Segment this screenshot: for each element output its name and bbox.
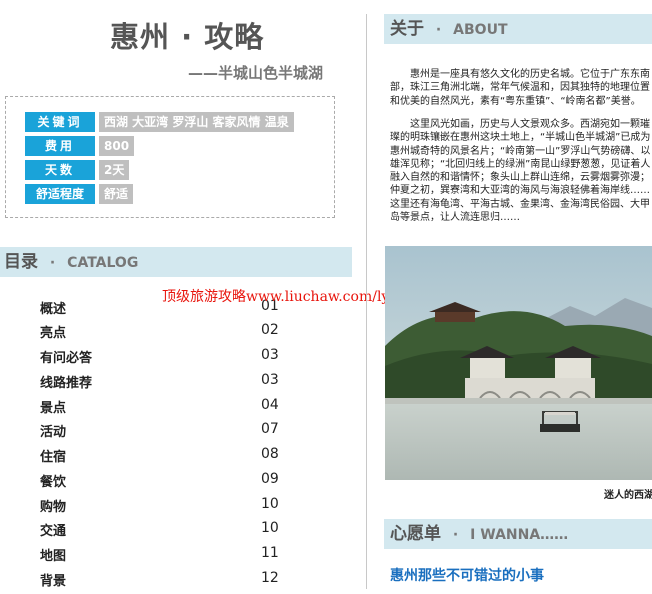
catalog-item[interactable]: 景点 04 (40, 397, 285, 421)
wish-title-sep: · (452, 527, 459, 543)
west-lake-photo-art (385, 246, 652, 480)
info-label-comfort: 舒适程度 (25, 184, 95, 204)
catalog-item-name: 住宿 (40, 450, 67, 465)
catalog-header: 目录 · CATALOG (0, 247, 352, 277)
catalog-item[interactable]: 住宿 08 (40, 446, 285, 470)
catalog-item[interactable]: 线路推荐 03 (40, 372, 285, 396)
info-value-days: 2天 (99, 160, 130, 180)
wish-title-cn: 心愿单 (390, 524, 441, 544)
wish-header: 心愿单 · I WANNA…… (384, 519, 652, 549)
catalog-item-page: 10 (261, 496, 279, 512)
info-value-cost: 800 (99, 136, 135, 156)
about-title-sep: · (435, 22, 442, 38)
about-paragraph-1: 惠州是一座具有悠久文化的历史名城。它位于广东东南部，珠江三角洲北端，常年气候温和… (390, 69, 650, 107)
info-value-keywords: 西湖 大亚湾 罗浮山 客家风情 温泉 (99, 112, 294, 132)
catalog-item-name: 景点 (40, 401, 67, 416)
wish-subtitle: 惠州那些不可错过的小事 (390, 568, 544, 584)
catalog-item[interactable]: 活动 07 (40, 421, 285, 445)
catalog-item[interactable]: 交通 10 (40, 520, 285, 544)
west-lake-photo (385, 246, 652, 480)
catalog-title-en: CATALOG (67, 255, 139, 271)
catalog-item[interactable]: 购物 10 (40, 496, 285, 520)
catalog-item-name: 有问必答 (40, 351, 93, 366)
column-divider (366, 14, 367, 589)
photo-caption: 迷人的西湖 (604, 490, 652, 501)
catalog-item-page: 02 (261, 322, 279, 338)
catalog-item-page: 04 (261, 397, 279, 413)
about-title-cn: 关于 (390, 19, 424, 39)
catalog-item-page: 07 (261, 421, 279, 437)
info-label-cost: 费用 (25, 136, 95, 156)
wish-title-en: I WANNA…… (470, 527, 569, 543)
catalog-item[interactable]: 背景 12 (40, 570, 285, 594)
catalog-item-page: 03 (261, 347, 279, 363)
catalog-item-name: 背景 (40, 574, 67, 589)
catalog-item-name: 概述 (40, 302, 67, 317)
catalog-item-name: 交通 (40, 524, 67, 539)
catalog-item[interactable]: 餐饮 09 (40, 471, 285, 495)
catalog-item-page: 11 (261, 545, 279, 561)
page-title: 惠州 · 攻略 (110, 20, 265, 54)
catalog-item[interactable]: 地图 11 (40, 545, 285, 569)
catalog-item[interactable]: 亮点 02 (40, 322, 285, 346)
catalog-item[interactable]: 有问必答 03 (40, 347, 285, 371)
about-header: 关于 · ABOUT (384, 14, 652, 44)
info-label-keywords: 关键词 (25, 112, 95, 132)
catalog-title-cn: 目录 (4, 252, 38, 272)
catalog-item-name: 线路推荐 (40, 376, 93, 391)
about-paragraph-2: 这里风光如画，历史与人文景观众多。西湖宛如一颗璀璨的明珠镶嵌在惠州这块土地上，“… (390, 119, 651, 224)
catalog-item-page: 08 (261, 446, 279, 462)
catalog-item-page: 12 (261, 570, 279, 586)
catalog-item-name: 餐饮 (40, 475, 67, 490)
about-title-en: ABOUT (453, 22, 508, 38)
catalog-item-page: 03 (261, 372, 279, 388)
catalog-item-page: 09 (261, 471, 279, 487)
catalog-item-name: 亮点 (40, 326, 67, 341)
catalog-item-name: 地图 (40, 549, 67, 564)
catalog-item-name: 活动 (40, 425, 67, 440)
info-label-days: 天数 (25, 160, 95, 180)
info-box: 关键词 西湖 大亚湾 罗浮山 客家风情 温泉 费用 800 天数 2天 舒适程度… (5, 96, 335, 218)
catalog-item-name: 购物 (40, 500, 67, 515)
page-subtitle: ——半城山色半城湖 (188, 64, 324, 82)
catalog-title-sep: · (49, 255, 56, 271)
info-value-comfort: 舒适 (99, 184, 134, 204)
catalog-item-page: 10 (261, 520, 279, 536)
